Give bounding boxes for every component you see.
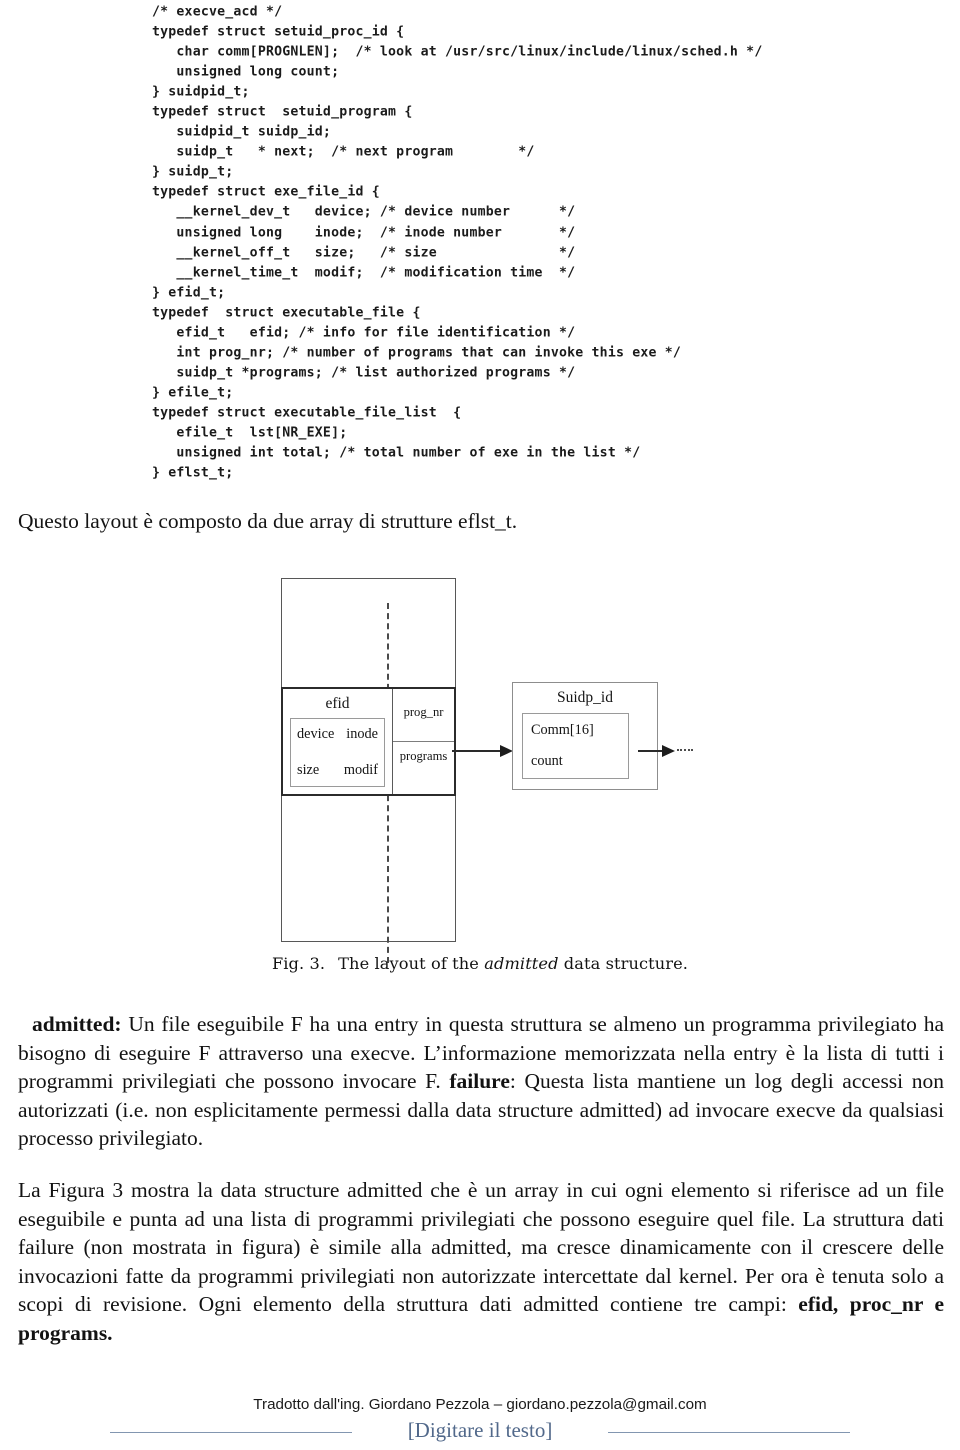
- figure-number: Fig. 3.: [271, 954, 326, 973]
- code-line: char comm[PROGNLEN]; /* look at /usr/src…: [152, 44, 763, 60]
- footer-rule-right: [608, 1432, 850, 1433]
- final-paragraph: La Figura 3 mostra la data structure adm…: [18, 1176, 944, 1348]
- suidp-id-fields-box: Comm[16] count: [522, 713, 629, 779]
- definitions-paragraph: admitted: Un file eseguibile F ha una en…: [18, 1010, 944, 1153]
- efid-cell: efid device inode size modif: [283, 689, 393, 794]
- programs-cell: programs: [393, 742, 454, 795]
- footer-translator-credit: Tradotto dall'ing. Giordano Pezzola – gi…: [253, 1396, 707, 1413]
- admitted-array-element: efid device inode size modif prog_nr pro…: [281, 687, 456, 796]
- code-line: efid_t efid; /* info for file identifica…: [152, 324, 576, 341]
- code-line: suidp_t * next; /* next program */: [152, 144, 535, 160]
- footer-placeholder: [Digitare il testo]: [0, 1418, 960, 1448]
- next-pointer-arrow-icon: [638, 745, 696, 757]
- efid-fields-box: device inode size modif: [290, 718, 385, 787]
- efid-field-inode: inode: [346, 726, 378, 742]
- code-line: typedef struct executable_file {: [152, 304, 421, 321]
- arrow-shaft: [452, 750, 502, 752]
- code-line: typedef struct executable_file_list {: [152, 404, 462, 421]
- code-line: unsigned long count;: [152, 64, 340, 80]
- code-line: unsigned long inode; /* inode number */: [152, 224, 576, 240]
- suidp-id-node: Suidp_id Comm[16] count: [512, 682, 658, 790]
- figure-diagram: efid device inode size modif prog_nr pro…: [262, 556, 702, 963]
- lead-paragraph: Questo layout è composto da due array di…: [18, 509, 518, 533]
- code-line: } efile_t;: [152, 384, 234, 401]
- code-line: __kernel_dev_t device; /* device number …: [152, 204, 576, 220]
- code-line: /* execve_acd */: [152, 4, 283, 20]
- code-line: } suidpid_t;: [152, 84, 250, 100]
- programs-label: programs: [399, 748, 448, 763]
- code-line: suidpid_t suidp_id;: [152, 124, 332, 140]
- code-line: __kernel_off_t size; /* size */: [152, 244, 576, 260]
- code-line: int prog_nr; /* number of programs that …: [152, 344, 682, 361]
- element-right-cells: prog_nr programs: [393, 689, 454, 794]
- efid-field-modif: modif: [343, 762, 378, 778]
- suidp-field-count: count: [531, 753, 563, 769]
- code-line: typedef struct exe_file_id {: [152, 184, 380, 200]
- programs-pointer-arrow-icon: [452, 745, 513, 757]
- prog-nr-cell: prog_nr: [393, 689, 454, 742]
- suidp-field-comm: Comm[16]: [531, 722, 594, 738]
- code-line: } suidp_t;: [152, 164, 234, 180]
- efid-field-size: size: [297, 762, 320, 778]
- code-line: typedef struct setuid_proc_id {: [152, 24, 405, 40]
- arrow-head: [662, 745, 675, 757]
- figure-caption: Fig. 3. The layout of the admitted data s…: [0, 954, 960, 973]
- efid-label: efid: [325, 695, 350, 712]
- code-line: efile_t lst[NR_EXE];: [152, 425, 348, 441]
- code-line: unsigned int total; /* total number of e…: [152, 445, 641, 461]
- figure-3: efid device inode size modif prog_nr pro…: [0, 556, 960, 996]
- code-line: __kernel_time_t modif; /* modification t…: [152, 264, 576, 280]
- figure-caption-before: The layout of the: [338, 954, 485, 973]
- suidp-id-title: Suidp_id: [557, 689, 613, 706]
- code-line: } efid_t;: [152, 284, 226, 300]
- code-line: } eflst_t;: [152, 465, 234, 481]
- footer-placeholder-text[interactable]: [Digitare il testo]: [352, 1418, 608, 1443]
- term-failure: failure: [449, 1069, 510, 1094]
- code-listing: /* execve_acd */ typedef struct setuid_pr…: [152, 2, 852, 483]
- term-admitted: admitted:: [32, 1012, 122, 1036]
- footer-rule-left: [110, 1432, 352, 1433]
- figure-caption-emphasis: admitted: [484, 954, 559, 973]
- code-line: suidp_t *programs; /* list authorized pr…: [152, 364, 576, 381]
- code-line: typedef struct setuid_program {: [152, 104, 413, 120]
- efid-field-device: device: [297, 726, 335, 742]
- prog-nr-label: prog_nr: [403, 705, 444, 719]
- arrow-shaft: [638, 750, 664, 752]
- ellipsis-dots-icon: [677, 749, 693, 751]
- figure-caption-after: data structure.: [558, 954, 689, 973]
